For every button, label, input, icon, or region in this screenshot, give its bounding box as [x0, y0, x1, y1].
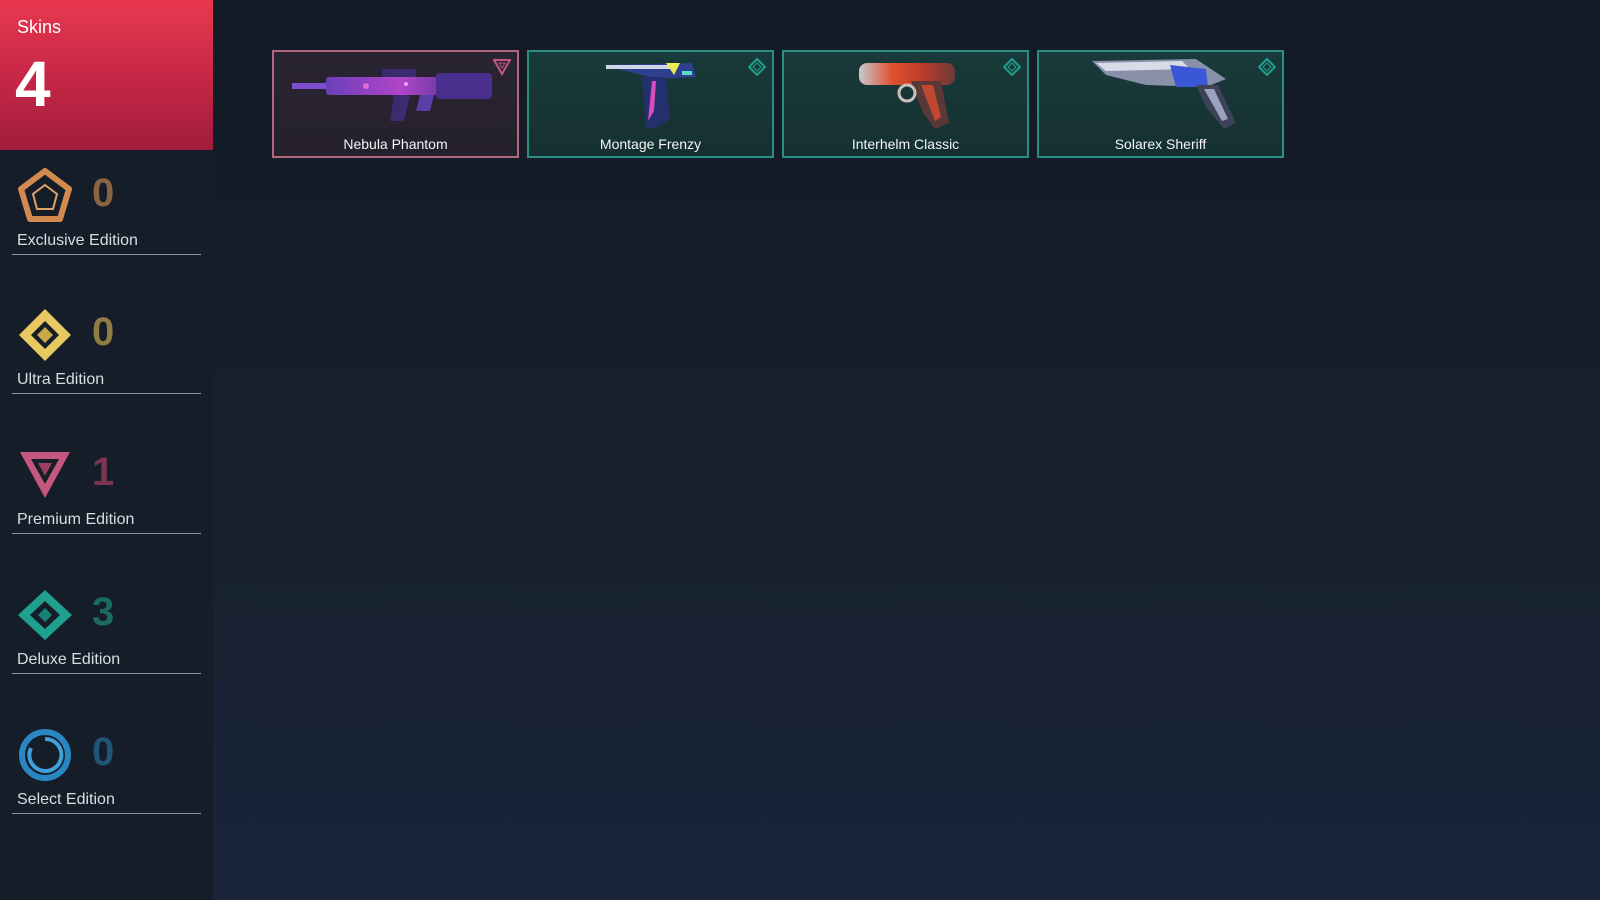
tier-label-ultra: Ultra Edition: [17, 371, 105, 388]
skin-card-nebula-phantom[interactable]: Nebula Phantom: [272, 50, 519, 158]
tier-count-premium: 1: [92, 450, 115, 494]
tier-count-select: 0: [92, 730, 115, 774]
tier-divider: [12, 533, 201, 534]
skin-name: Interhelm Classic: [851, 136, 960, 152]
skin-name: Nebula Phantom: [343, 136, 448, 152]
tier-row-ultra[interactable]: 0 Ultra Edition: [12, 306, 201, 416]
deluxe-diamond-icon: [748, 58, 766, 76]
sheriff-revolver-icon: [1039, 54, 1282, 134]
skins-total-count: 4: [15, 48, 51, 120]
exclusive-pentagon-icon: [16, 167, 74, 225]
tier-sidebar: Skins 4 0 Exclusive Edition 0 Ultra Edit…: [0, 0, 213, 900]
tier-label-select: Select Edition: [17, 791, 115, 808]
tier-divider: [12, 393, 201, 394]
skin-card-solarex-sheriff[interactable]: Solarex Sheriff: [1037, 50, 1284, 158]
tier-row-exclusive[interactable]: 0 Exclusive Edition: [12, 167, 201, 277]
skin-card-interhelm-classic[interactable]: Interhelm Classic: [782, 50, 1029, 158]
tier-count-exclusive: 0: [92, 171, 115, 215]
tier-label-premium: Premium Edition: [17, 511, 135, 528]
skin-name: Solarex Sheriff: [1114, 136, 1207, 152]
premium-triangle-icon: [16, 446, 74, 504]
tier-divider: [12, 813, 201, 814]
skins-total-label: Skins: [17, 17, 62, 37]
skin-collection-grid: Nebula Phantom Montage Frenzy Interhelm …: [213, 0, 1600, 900]
frenzy-pistol-icon: [529, 54, 772, 134]
deluxe-diamond-icon: [1003, 58, 1021, 76]
skin-card-montage-frenzy[interactable]: Montage Frenzy: [527, 50, 774, 158]
select-circle-icon: [16, 726, 74, 784]
tier-count-deluxe: 3: [92, 590, 115, 634]
premium-triangle-icon: [493, 58, 511, 76]
phantom-rifle-icon: [274, 54, 517, 134]
tier-divider: [12, 673, 201, 674]
tier-count-ultra: 0: [92, 310, 115, 354]
classic-pistol-icon: [784, 54, 1027, 134]
deluxe-diamond-icon: [16, 586, 74, 644]
tier-row-select[interactable]: 0 Select Edition: [12, 726, 201, 836]
skin-name: Montage Frenzy: [599, 136, 702, 152]
deluxe-diamond-icon: [1258, 58, 1276, 76]
tier-row-deluxe[interactable]: 3 Deluxe Edition: [12, 586, 201, 696]
tier-label-deluxe: Deluxe Edition: [17, 651, 121, 668]
ultra-diamond-icon: [16, 306, 74, 364]
tier-row-premium[interactable]: 1 Premium Edition: [12, 446, 201, 556]
tier-divider: [12, 254, 201, 255]
skins-total-panel: Skins 4: [0, 0, 213, 150]
tier-label-exclusive: Exclusive Edition: [17, 232, 138, 249]
